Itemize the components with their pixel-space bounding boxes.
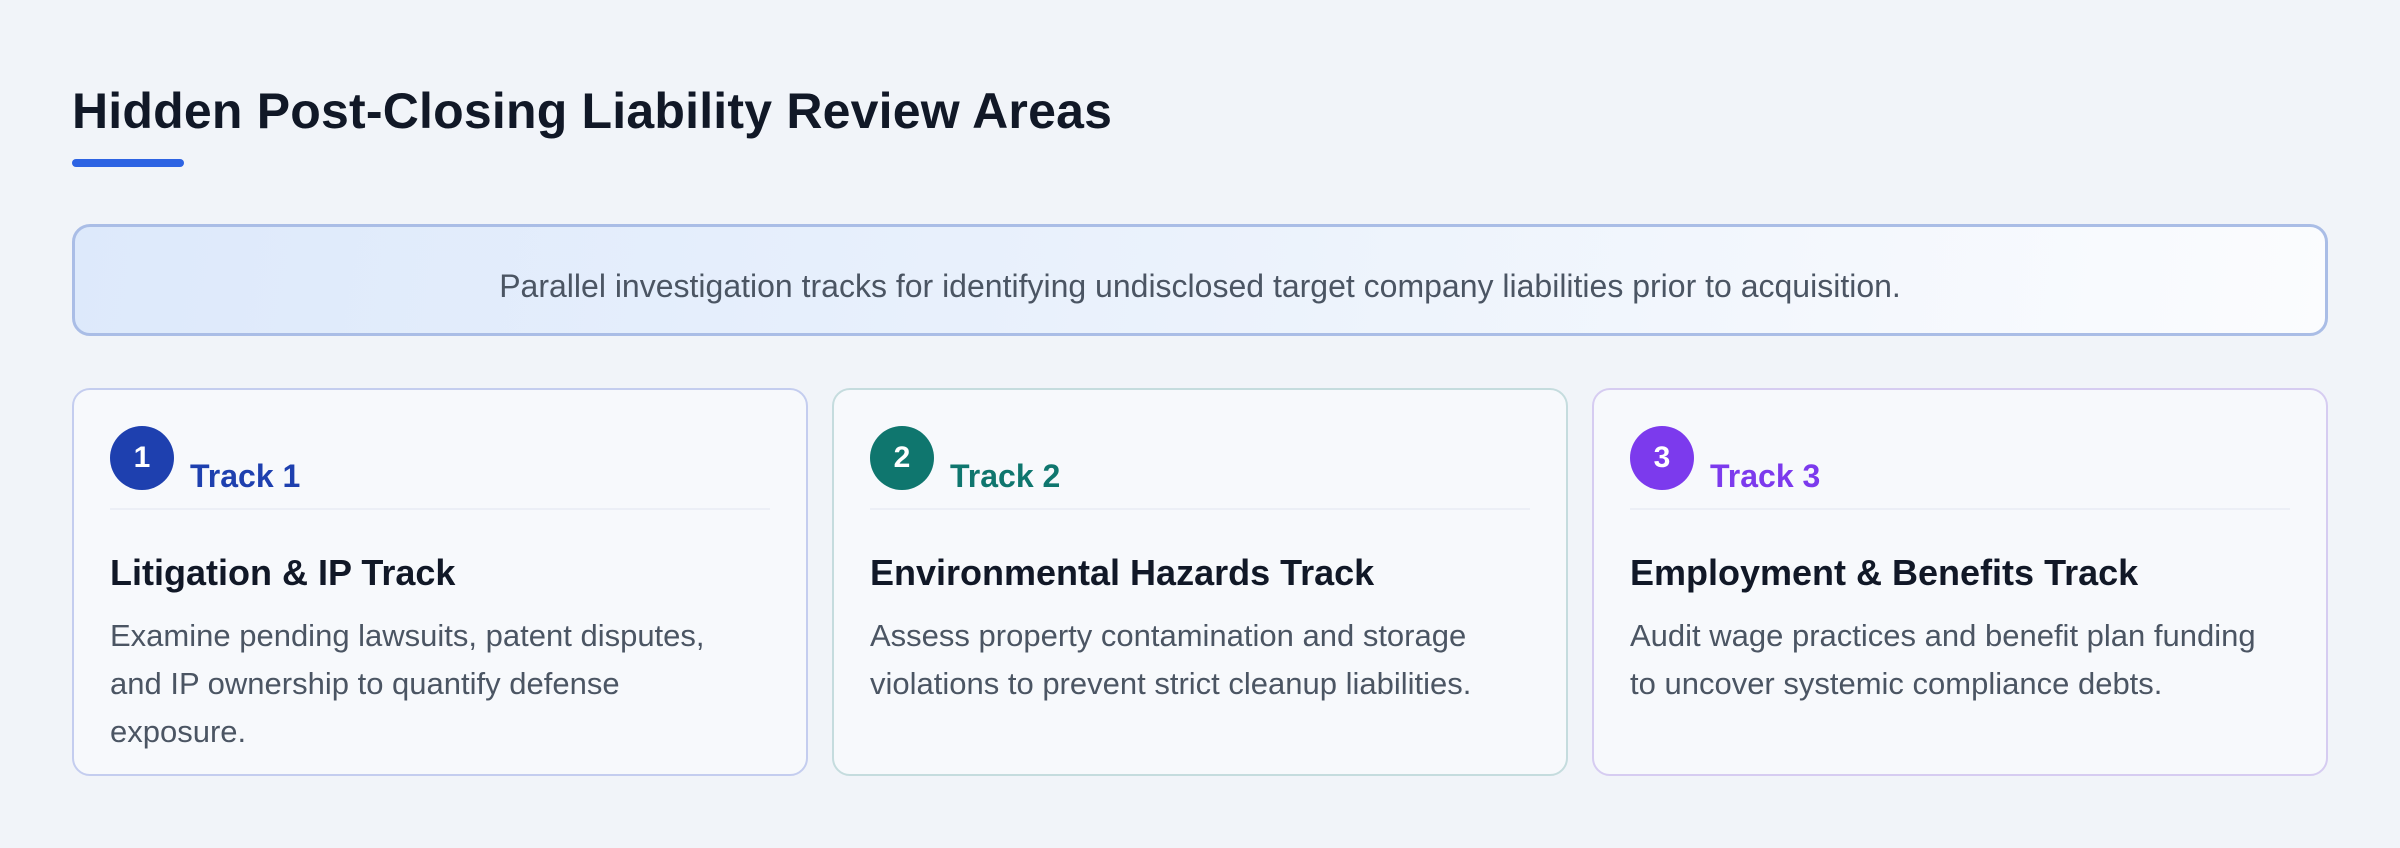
- track-card-1: 1 Track 1 Litigation & IP Track Examine …: [72, 388, 808, 776]
- track-description: Examine pending lawsuits, patent dispute…: [110, 618, 705, 749]
- track-description: Audit wage practices and benefit plan fu…: [1630, 618, 2256, 701]
- page: Hidden Post-Closing Liability Review Are…: [0, 0, 2400, 848]
- track-label: Track 3: [1710, 458, 1821, 494]
- card-divider: [1630, 508, 2290, 510]
- track-title: Employment & Benefits Track: [1630, 552, 2139, 593]
- title-underline: [72, 159, 184, 167]
- track-description: Assess property contamination and storag…: [870, 618, 1472, 701]
- track-number-badge: 2: [870, 426, 934, 490]
- track-number-badge: 1: [110, 426, 174, 490]
- intro-banner: Parallel investigation tracks for identi…: [72, 224, 2328, 336]
- track-title: Litigation & IP Track: [110, 552, 456, 593]
- track-card-3: 3 Track 3 Employment & Benefits Track Au…: [1592, 388, 2328, 776]
- track-label: Track 2: [950, 458, 1061, 494]
- banner-text: Parallel investigation tracks for identi…: [499, 267, 1901, 304]
- track-card-2: 2 Track 2 Environmental Hazards Track As…: [832, 388, 1568, 776]
- track-title: Environmental Hazards Track: [870, 552, 1375, 593]
- card-divider: [870, 508, 1530, 510]
- page-title: Hidden Post-Closing Liability Review Are…: [72, 83, 1113, 139]
- track-number-badge: 3: [1630, 426, 1694, 490]
- track-cards: 1 Track 1 Litigation & IP Track Examine …: [72, 388, 2328, 776]
- track-label: Track 1: [190, 458, 301, 494]
- card-divider: [110, 508, 770, 510]
